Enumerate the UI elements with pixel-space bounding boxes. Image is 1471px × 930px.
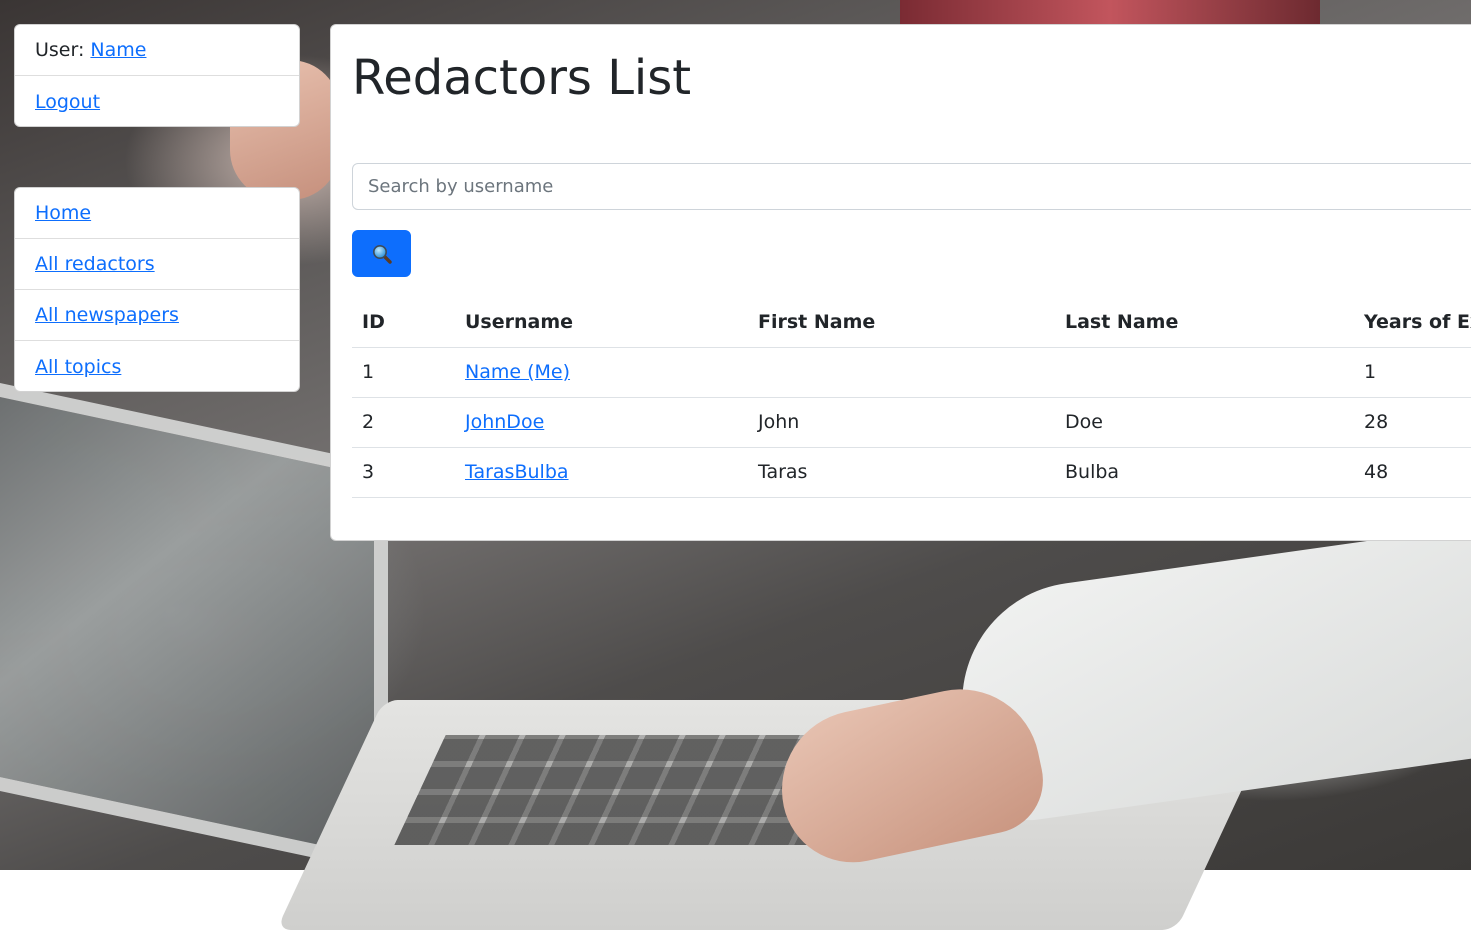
cell-first-name: Taras bbox=[748, 447, 1055, 498]
cell-last-name: Doe bbox=[1055, 397, 1354, 448]
user-info: User: Name bbox=[15, 25, 299, 76]
logout-link[interactable]: Logout bbox=[35, 91, 100, 113]
main-content: Redactors List ID Username First Name bbox=[330, 24, 1471, 541]
cell-username: JohnDoe bbox=[455, 397, 748, 448]
column-header-last-name: Last Name bbox=[1055, 297, 1354, 348]
sidebar-item-newspapers: All newspapers bbox=[15, 290, 299, 341]
table-row: 3 TarasBulba Taras Bulba 48 bbox=[352, 447, 1471, 498]
sidebar-item-topics: All topics bbox=[15, 341, 299, 392]
cell-first-name bbox=[748, 347, 1055, 398]
user-prefix: User: bbox=[35, 39, 85, 61]
cell-username: TarasBulba bbox=[455, 447, 748, 498]
cell-first-name: John bbox=[748, 397, 1055, 448]
magnifier-icon bbox=[372, 244, 392, 264]
page-title: Redactors List bbox=[352, 50, 692, 106]
redactors-table: ID Username First Name Last Name Years o… bbox=[352, 297, 1471, 498]
all-topics-link[interactable]: All topics bbox=[35, 356, 121, 378]
username-link[interactable]: JohnDoe bbox=[465, 411, 544, 433]
search-button[interactable] bbox=[352, 230, 411, 277]
cell-id: 3 bbox=[352, 447, 455, 498]
table-header-row: ID Username First Name Last Name Years o… bbox=[352, 297, 1471, 348]
user-name-link[interactable]: Name bbox=[90, 39, 146, 61]
background-shirt bbox=[900, 0, 1320, 24]
cell-id: 1 bbox=[352, 347, 455, 398]
cell-last-name bbox=[1055, 347, 1354, 398]
table-row: 2 JohnDoe John Doe 28 bbox=[352, 397, 1471, 448]
cell-years: 48 bbox=[1354, 447, 1471, 498]
table-row: 1 Name (Me) 1 bbox=[352, 347, 1471, 398]
column-header-first-name: First Name bbox=[748, 297, 1055, 348]
column-header-id: ID bbox=[352, 297, 455, 348]
sidebar-item-home: Home bbox=[15, 188, 299, 239]
all-newspapers-link[interactable]: All newspapers bbox=[35, 304, 179, 326]
home-link[interactable]: Home bbox=[35, 202, 91, 224]
logout-item: Logout bbox=[15, 76, 299, 127]
cell-years: 28 bbox=[1354, 397, 1471, 448]
cell-username: Name (Me) bbox=[455, 347, 748, 398]
username-link[interactable]: Name (Me) bbox=[465, 361, 570, 383]
search-input[interactable] bbox=[352, 163, 1471, 210]
username-link[interactable]: TarasBulba bbox=[465, 461, 569, 483]
all-redactors-link[interactable]: All redactors bbox=[35, 253, 155, 275]
cell-last-name: Bulba bbox=[1055, 447, 1354, 498]
search-form bbox=[352, 163, 1471, 277]
sidebar-nav: Home All redactors All newspapers All to… bbox=[14, 187, 300, 392]
sidebar-item-redactors: All redactors bbox=[15, 239, 299, 290]
cell-id: 2 bbox=[352, 397, 455, 448]
user-panel: User: Name Logout bbox=[14, 24, 300, 127]
column-header-username: Username bbox=[455, 297, 748, 348]
column-header-years: Years of Exp bbox=[1354, 297, 1471, 348]
cell-years: 1 bbox=[1354, 347, 1471, 398]
